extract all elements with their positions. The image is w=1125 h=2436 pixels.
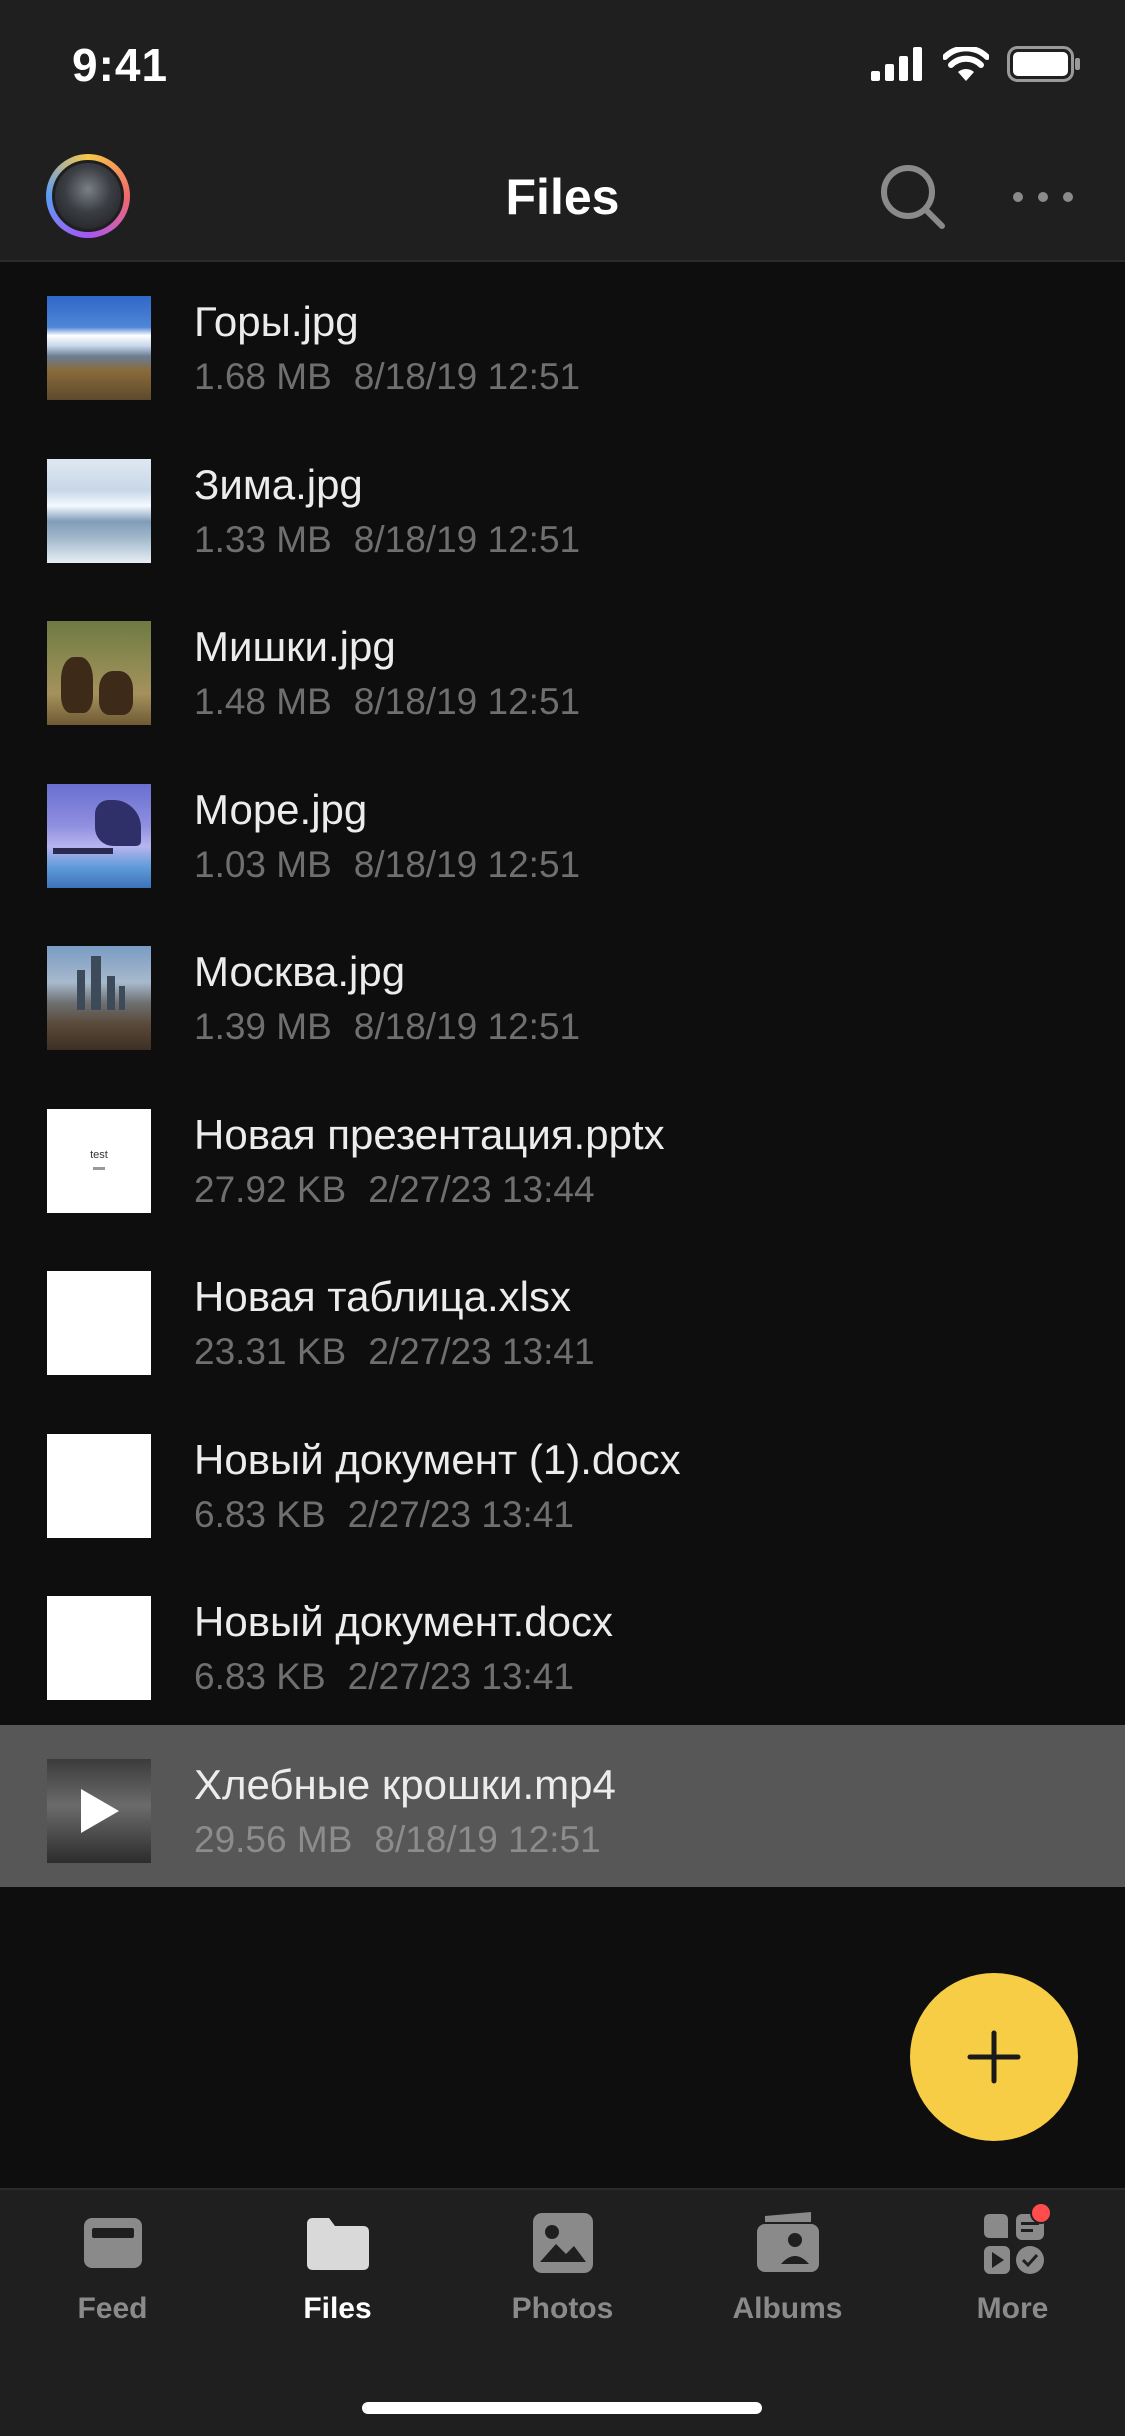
file-date: 8/18/19 12:51 [374, 1818, 601, 1860]
tab-albums[interactable]: Albums [675, 2210, 900, 2340]
file-meta: 1.48 MB 8/18/19 12:51 [194, 681, 580, 723]
file-name: Новая таблица.xlsx [194, 1273, 571, 1320]
tab-bar: Feed Files Photos Albums More [0, 2188, 1125, 2436]
file-thumbnail [47, 1596, 151, 1700]
plus-icon [967, 2030, 1021, 2084]
file-row-presentation[interactable]: test Новая презентация.pptx 27.92 KB 2/27… [0, 1075, 1125, 1238]
file-size: 23.31 KB [194, 1331, 347, 1372]
battery-icon [1007, 46, 1080, 82]
notification-badge [1029, 2202, 1052, 2224]
status-bar: 9:41 [0, 0, 1125, 132]
file-name: Москва.jpg [194, 948, 406, 995]
file-date: 2/27/23 13:41 [347, 1656, 574, 1697]
file-date: 8/18/19 12:51 [353, 843, 581, 885]
file-name: Горы.jpg [194, 298, 359, 345]
tab-more[interactable]: More [900, 2202, 1125, 2340]
file-size: 1.03 MB [194, 843, 332, 885]
file-meta: 23.31 KB 2/27/23 13:41 [194, 1331, 595, 1373]
file-meta: 29.56 MB 8/18/19 12:51 [194, 1819, 601, 1861]
file-name: Зима.jpg [194, 460, 363, 508]
ellipsis-icon [1013, 192, 1073, 202]
file-size: 1.39 MB [194, 1006, 332, 1047]
file-meta: 1.68 MB 8/18/19 12:51 [194, 356, 580, 398]
file-thumbnail [47, 783, 151, 888]
file-date: 2/27/23 13:41 [368, 1331, 595, 1372]
file-date: 8/18/19 12:51 [353, 356, 581, 397]
file-name: Море.jpg [194, 785, 368, 833]
photo-icon [530, 2210, 596, 2276]
thumbnail-slide-text: test [90, 1148, 108, 1161]
file-name: Новый документ.docx [194, 1598, 613, 1645]
file-thumbnail [47, 296, 151, 400]
tab-label: Feed [77, 2292, 148, 2325]
tab-files[interactable]: Files [225, 2210, 450, 2340]
file-thumbnail [47, 458, 151, 563]
play-icon [81, 1788, 119, 1833]
file-row-bears[interactable]: Мишки.jpg 1.48 MB 8/18/19 12:51 [0, 587, 1125, 750]
tab-label: More [976, 2292, 1049, 2325]
status-icons [871, 46, 1081, 82]
status-time: 9:41 [72, 39, 169, 91]
file-size: 1.48 MB [194, 681, 332, 722]
file-date: 8/18/19 12:51 [353, 518, 581, 560]
file-date: 8/18/19 12:51 [353, 1006, 581, 1047]
search-button[interactable] [878, 162, 948, 232]
file-size: 6.83 KB [194, 1493, 326, 1535]
file-row-document[interactable]: Новый документ.docx 6.83 KB 2/27/23 13:41 [0, 1562, 1125, 1725]
page-title: Files [505, 169, 620, 225]
file-size: 1.68 MB [194, 356, 332, 397]
file-row-moscow[interactable]: Москва.jpg 1.39 MB 8/18/19 12:51 [0, 912, 1125, 1075]
file-thumbnail [47, 946, 151, 1050]
file-row-video[interactable]: Хлебные крошки.mp4 29.56 MB 8/18/19 12:51 [0, 1724, 1125, 1887]
file-date: 2/27/23 13:41 [347, 1493, 574, 1535]
file-date: 8/18/19 12:51 [353, 681, 581, 722]
file-row-document-1[interactable]: Новый документ (1).docx 6.83 KB 2/27/23 1… [0, 1400, 1125, 1563]
home-indicator [362, 2402, 762, 2414]
file-size: 29.56 MB [194, 1818, 353, 1860]
file-thumbnail [47, 621, 151, 725]
file-thumbnail [47, 1271, 151, 1375]
tab-photos[interactable]: Photos [450, 2210, 675, 2340]
files-screen: 9:41 Files Горы.jpg 1.68 MB 8/18/19 12:5… [0, 0, 1125, 2436]
file-size: 1.33 MB [194, 518, 332, 560]
file-meta: 6.83 KB 2/27/23 13:41 [194, 1494, 574, 1536]
file-size: 6.83 KB [194, 1656, 326, 1697]
file-size: 27.92 KB [194, 1168, 347, 1210]
file-meta: 1.39 MB 8/18/19 12:51 [194, 1006, 580, 1048]
file-thumbnail [47, 1433, 151, 1538]
more-grid-icon [980, 2202, 1052, 2276]
folder-icon [305, 2210, 371, 2276]
wifi-icon [943, 47, 989, 81]
file-name: Новый документ (1).docx [194, 1435, 681, 1483]
file-row-winter[interactable]: Зима.jpg 1.33 MB 8/18/19 12:51 [0, 425, 1125, 588]
file-row-sea[interactable]: Море.jpg 1.03 MB 8/18/19 12:51 [0, 750, 1125, 913]
file-meta: 6.83 KB 2/27/23 13:41 [194, 1656, 574, 1698]
file-date: 2/27/23 13:44 [368, 1168, 595, 1210]
add-button[interactable] [910, 1973, 1078, 2141]
feed-icon [80, 2210, 146, 2276]
search-icon [881, 165, 945, 229]
file-meta: 27.92 KB 2/27/23 13:44 [194, 1169, 595, 1211]
file-thumbnail [47, 1758, 151, 1863]
more-options-button[interactable] [1008, 172, 1078, 222]
file-thumbnail: test [47, 1108, 151, 1213]
header-bar: Files [0, 132, 1125, 262]
file-list: Горы.jpg 1.68 MB 8/18/19 12:51 Зима.jpg 1… [0, 262, 1125, 1887]
file-meta: 1.03 MB 8/18/19 12:51 [194, 844, 580, 886]
file-name: Мишки.jpg [194, 623, 396, 670]
cellular-signal-icon [871, 47, 922, 81]
file-row-mountains[interactable]: Горы.jpg 1.68 MB 8/18/19 12:51 [0, 262, 1125, 425]
tab-feed[interactable]: Feed [0, 2210, 225, 2340]
tab-label: Albums [732, 2292, 843, 2325]
file-name: Хлебные крошки.mp4 [194, 1760, 616, 1808]
file-name: Новая презентация.pptx [194, 1110, 665, 1158]
tab-label: Photos [511, 2292, 614, 2325]
file-row-spreadsheet[interactable]: Новая таблица.xlsx 23.31 KB 2/27/23 13:41 [0, 1237, 1125, 1400]
tab-label: Files [303, 2292, 372, 2325]
file-meta: 1.33 MB 8/18/19 12:51 [194, 519, 580, 561]
albums-icon [755, 2210, 821, 2276]
